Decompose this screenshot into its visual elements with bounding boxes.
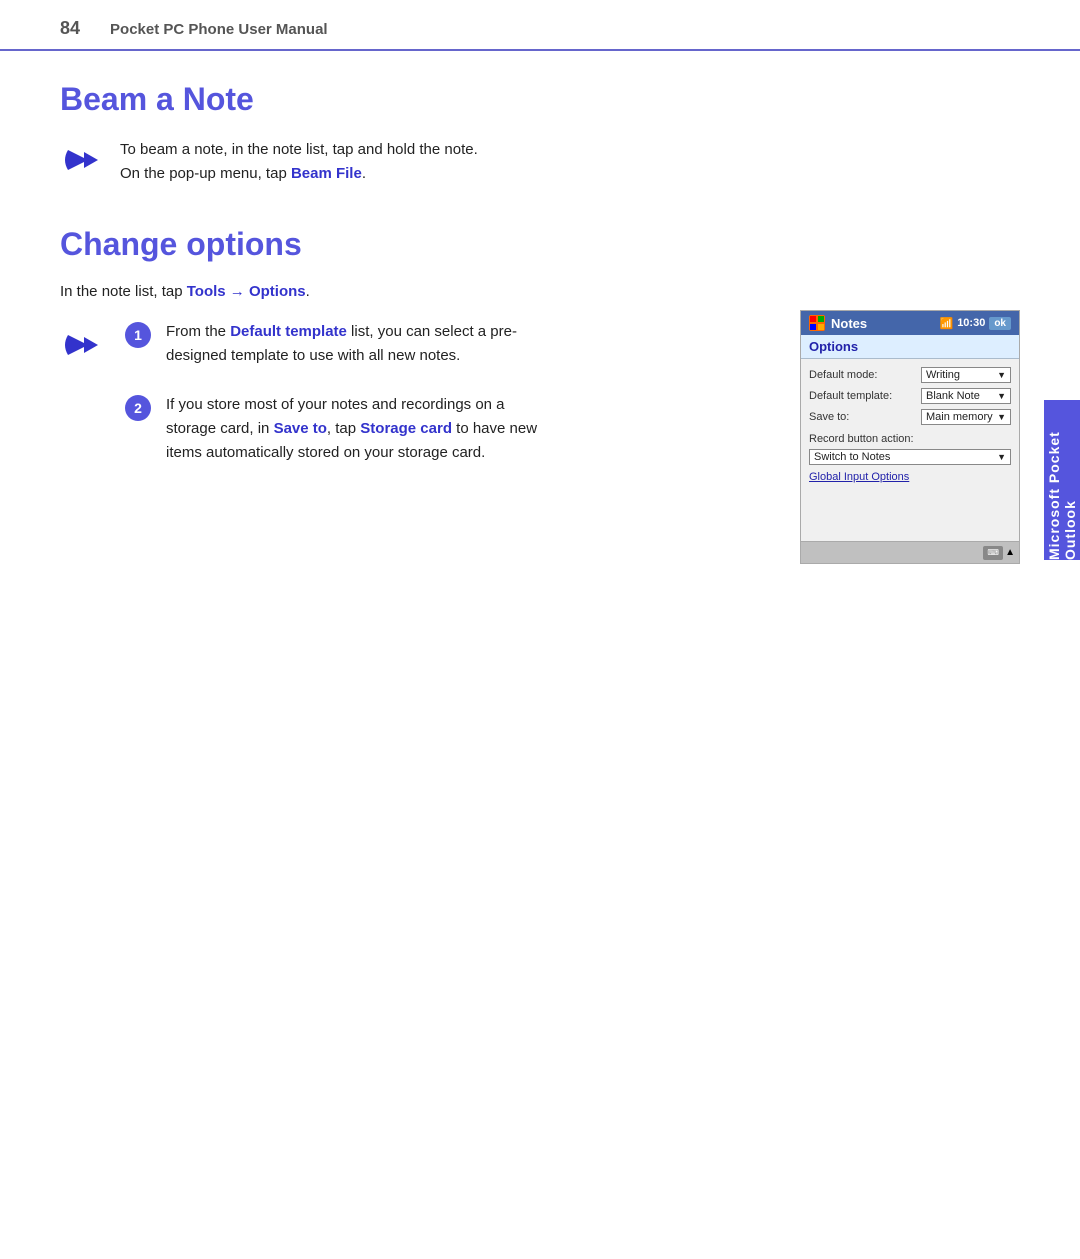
phone-ok-button[interactable]: ok (989, 317, 1011, 330)
phone-save-to-value: Main memory (926, 411, 993, 423)
phone-save-to-dropdown[interactable]: Main memory ▼ (921, 409, 1011, 425)
phone-app-name: Notes (831, 316, 867, 331)
step-1-number: 1 (125, 322, 151, 348)
phone-body: Default mode: Writing ▼ Default template… (801, 359, 1019, 541)
phone-bottom-bar: ⌨ ▲ (801, 541, 1019, 563)
beam-content: To beam a note, in the note list, tap an… (60, 138, 1020, 186)
step-2-text: If you store most of your notes and reco… (166, 393, 556, 465)
phone-record-label: Record button action: (809, 433, 1011, 445)
phone-default-mode-dropdown[interactable]: Writing ▼ (921, 367, 1011, 383)
phone-default-template-dropdown[interactable]: Blank Note ▼ (921, 388, 1011, 404)
dropdown-arrow-icon-3: ▼ (997, 412, 1006, 422)
step-1: 1 From the Default template list, you ca… (125, 320, 780, 368)
tools-line: In the note list, tap Tools → Options. (60, 283, 1020, 300)
tools-period: . (306, 283, 310, 300)
phone-default-mode-row: Default mode: Writing ▼ (809, 367, 1011, 383)
beam-period: . (362, 165, 366, 182)
windows-mobile-icon (809, 315, 825, 331)
phone-default-template-row: Default template: Blank Note ▼ (809, 388, 1011, 404)
dropdown-arrow-icon-4: ▼ (997, 452, 1006, 462)
phone-default-template-label: Default template: (809, 390, 892, 402)
phone-time: 10:30 (957, 317, 985, 329)
beam-file-link[interactable]: Beam File (291, 165, 362, 182)
step-1-text: From the Default template list, you can … (166, 320, 556, 368)
scroll-up-icon: ▲ (1005, 547, 1015, 558)
keyboard-icon[interactable]: ⌨ (983, 546, 1003, 560)
beam-arrow-icon (60, 140, 100, 180)
side-tab: Microsoft Pocket Outlook (1044, 400, 1080, 560)
page-header: 84 Pocket PC Phone User Manual (0, 0, 1080, 51)
phone-record-section: Record button action: Switch to Notes ▼ (809, 433, 1011, 465)
steps-and-screenshot: 1 From the Default template list, you ca… (60, 320, 1020, 564)
save-to-link[interactable]: Save to (274, 420, 327, 437)
phone-record-value: Switch to Notes (814, 451, 890, 463)
storage-card-link[interactable]: Storage card (360, 420, 452, 437)
beam-text-main: To beam a note, in the note list, tap an… (120, 141, 478, 158)
step1-prefix: From the (166, 323, 230, 340)
steps-list: 1 From the Default template list, you ca… (125, 320, 780, 490)
phone-record-dropdown[interactable]: Switch to Notes ▼ (809, 449, 1011, 465)
phone-spacer (809, 483, 1011, 533)
main-content: Beam a Note To beam a note, in the note … (0, 51, 1080, 614)
beam-description: To beam a note, in the note list, tap an… (120, 138, 478, 186)
options-heading: Change options (60, 226, 1020, 263)
phone-titlebar: Notes 📶 10:30 ok (801, 311, 1019, 335)
page-number: 84 (60, 18, 80, 39)
beam-section: Beam a Note To beam a note, in the note … (60, 81, 1020, 186)
phone-save-to-row: Save to: Main memory ▼ (809, 409, 1011, 425)
phone-default-template-value: Blank Note (926, 390, 980, 402)
phone-screenshot: Notes 📶 10:30 ok Options Defa (800, 310, 1020, 564)
tools-options-link[interactable]: Tools → Options (187, 283, 306, 300)
default-template-link[interactable]: Default template (230, 323, 347, 340)
global-input-link[interactable]: Global Input Options (809, 471, 1011, 483)
change-options-section: Change options In the note list, tap Too… (60, 226, 1020, 564)
phone-default-mode-value: Writing (926, 369, 960, 381)
dropdown-arrow-icon-2: ▼ (997, 391, 1006, 401)
phone-options-label: Options (809, 339, 858, 354)
step-2-number: 2 (125, 395, 151, 421)
dropdown-arrow-icon: ▼ (997, 370, 1006, 380)
beam-heading: Beam a Note (60, 81, 1020, 118)
manual-title: Pocket PC Phone User Manual (110, 21, 328, 38)
step2-middle: , tap (327, 420, 360, 437)
phone-default-mode-label: Default mode: (809, 369, 877, 381)
phone-save-to-label: Save to: (809, 411, 849, 423)
steps-arrow-icon (60, 325, 100, 365)
beam-text-popup: On the pop-up menu, tap (120, 165, 291, 182)
signal-icon: 📶 (939, 317, 953, 330)
tools-text-prefix: In the note list, tap (60, 283, 187, 300)
phone-titlebar-left: Notes (809, 315, 867, 331)
phone-options-bar: Options (801, 335, 1019, 359)
step-2: 2 If you store most of your notes and re… (125, 393, 780, 465)
phone-status-area: 📶 10:30 ok (939, 317, 1011, 330)
side-tab-text: Microsoft Pocket Outlook (1046, 400, 1078, 560)
